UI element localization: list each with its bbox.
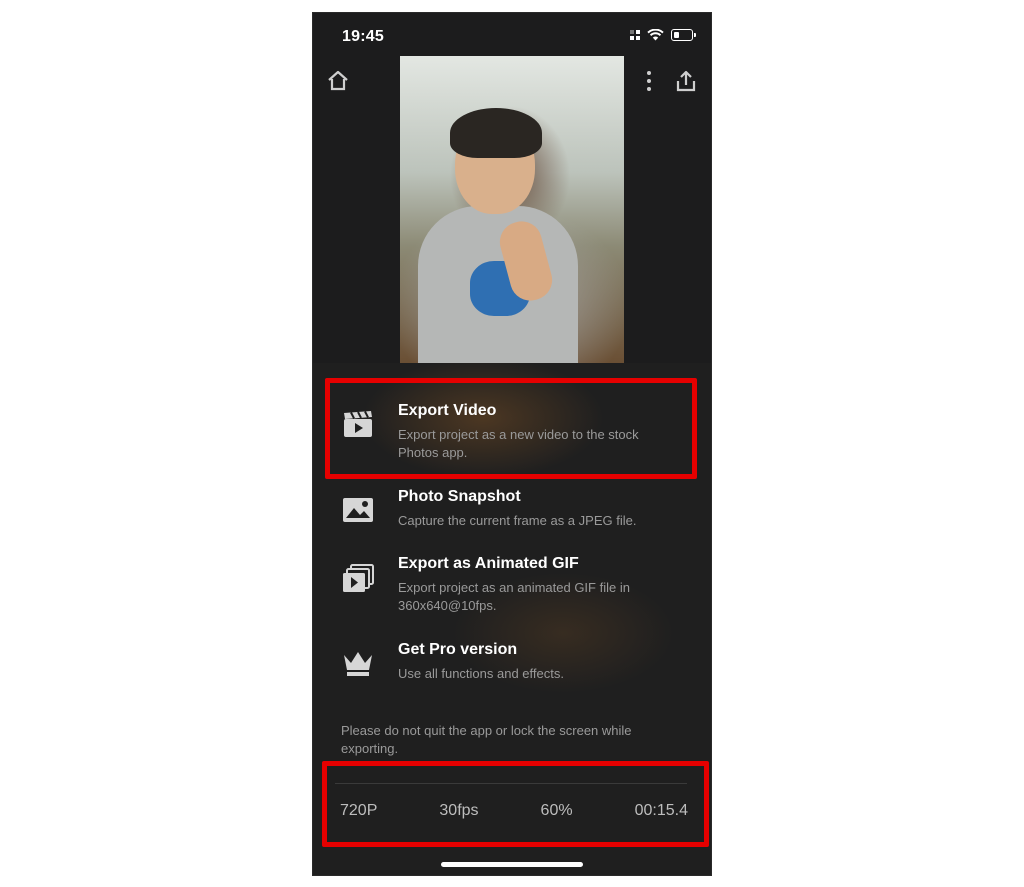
photo-snapshot-title: Photo Snapshot <box>398 488 521 505</box>
video-preview[interactable] <box>400 56 624 363</box>
photo-snapshot-option[interactable]: Photo Snapshot Capture the current frame… <box>313 485 711 545</box>
get-pro-description: Use all functions and effects. <box>398 666 564 681</box>
more-options-button[interactable] <box>633 65 665 97</box>
export-note: Please do not quit the app or lock the s… <box>341 723 632 756</box>
get-pro-title: Get Pro version <box>398 641 518 658</box>
wifi-icon <box>647 29 664 41</box>
more-vertical-icon <box>647 71 651 91</box>
highlight-export-settings <box>322 761 709 847</box>
share-icon <box>676 70 696 92</box>
get-pro-option[interactable]: Get Pro version Use all functions and ef… <box>313 638 711 698</box>
status-icons <box>630 29 696 41</box>
highlight-export-video <box>325 378 697 479</box>
home-button[interactable] <box>322 65 354 97</box>
share-button[interactable] <box>670 65 702 97</box>
cellular-signal-icon <box>630 30 640 40</box>
crown-icon <box>341 646 375 680</box>
export-gif-description: Export project as an animated GIF file i… <box>398 580 630 613</box>
home-indicator[interactable] <box>441 862 583 867</box>
preview-figure-hair <box>450 108 542 158</box>
photo-icon <box>341 493 375 527</box>
gif-stack-icon <box>341 562 375 596</box>
home-icon <box>328 70 348 91</box>
photo-snapshot-description: Capture the current frame as a JPEG file… <box>398 513 637 528</box>
status-time: 19:45 <box>342 28 384 45</box>
export-gif-option[interactable]: Export as Animated GIF Export project as… <box>313 552 711 624</box>
export-gif-title: Export as Animated GIF <box>398 555 579 572</box>
battery-icon <box>671 29 696 41</box>
